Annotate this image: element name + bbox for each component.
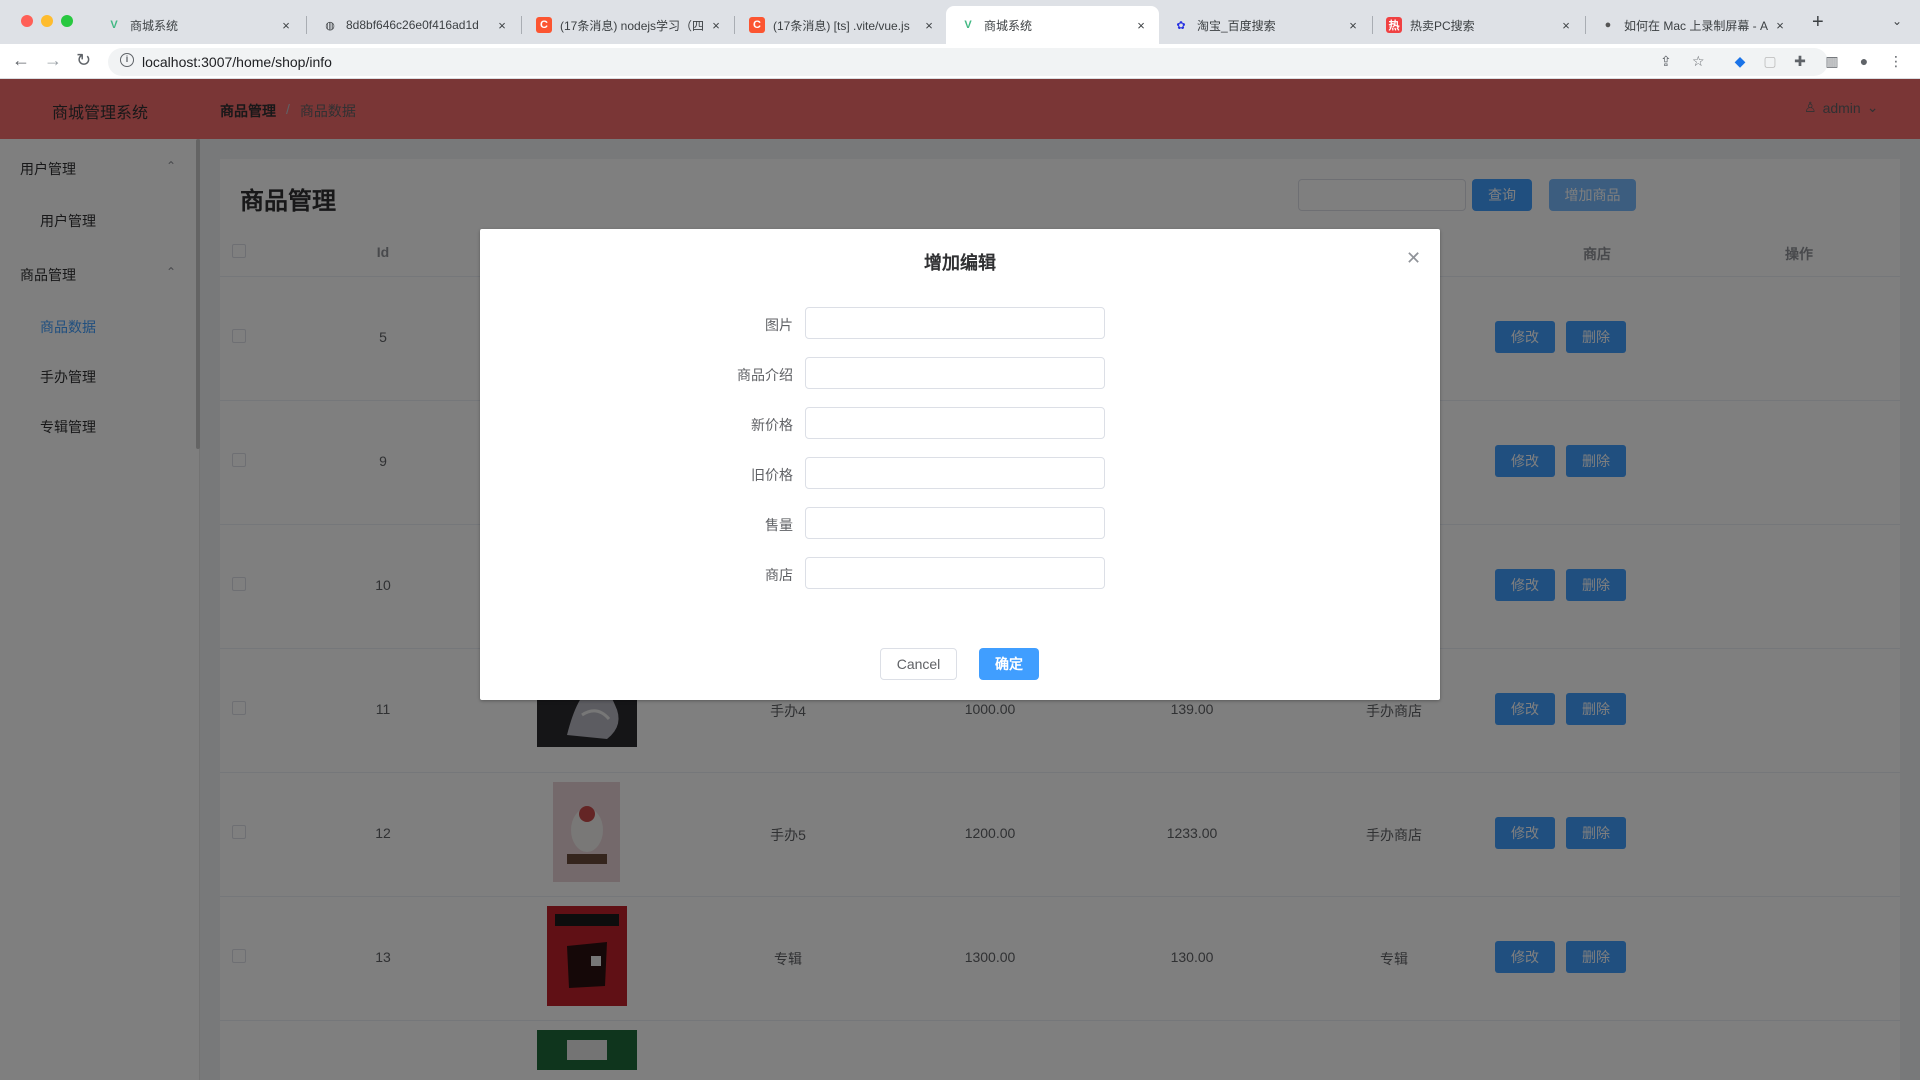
tab-title: (17条消息) [ts] .vite/vue.js [773, 18, 910, 33]
vue-logo-icon: V [110, 19, 118, 31]
store-input[interactable] [805, 557, 1105, 589]
tab-close-icon[interactable]: × [921, 18, 937, 33]
browser-tab[interactable]: ● 如何在 Mac 上录制屏幕 - A × [1586, 6, 1798, 44]
reload-icon[interactable]: ↻ [76, 50, 91, 70]
apple-icon: ● [1604, 19, 1612, 31]
sales-input[interactable] [805, 507, 1105, 539]
description-input[interactable] [805, 357, 1105, 389]
new-price-input[interactable] [805, 407, 1105, 439]
tab-title: 商城系统 [130, 18, 179, 33]
tab-close-icon[interactable]: × [278, 18, 294, 33]
tab-title: 如何在 Mac 上录制屏幕 - A [1624, 18, 1769, 33]
address-url[interactable]: localhost:3007/home/shop/info [142, 54, 332, 70]
field-label-old-price: 旧价格 [751, 467, 793, 483]
tab-title: 8d8bf646c26e0f416ad1d [346, 18, 479, 32]
tab-close-icon[interactable]: × [708, 18, 724, 33]
globe-icon: ◍ [325, 19, 335, 32]
close-icon[interactable]: ✕ [1406, 249, 1421, 267]
browser-tab[interactable]: C (17条消息) nodejs学习（四 × [522, 6, 734, 44]
window-close-button[interactable] [21, 15, 33, 27]
browser-tab[interactable]: C (17条消息) [ts] .vite/vue.js × [735, 6, 947, 44]
extensions-puzzle-icon[interactable]: ✚ [1792, 53, 1808, 69]
csdn-icon: C [536, 17, 552, 33]
field-label-new-price: 新价格 [751, 417, 793, 433]
field-label-sales: 售量 [765, 517, 793, 533]
cancel-button[interactable]: Cancel [880, 648, 957, 680]
tab-title: (17条消息) nodejs学习（四 [560, 18, 705, 33]
browser-tab[interactable]: ✿ 淘宝_百度搜索 × [1159, 6, 1371, 44]
confirm-button[interactable]: 确定 [979, 648, 1039, 680]
tab-title: 热卖PC搜索 [1410, 18, 1475, 33]
tab-close-icon[interactable]: × [1345, 18, 1361, 33]
field-label-store: 商店 [765, 567, 793, 583]
tab-search-chevron-icon[interactable]: ⌄ [1892, 14, 1902, 28]
tab-close-icon[interactable]: × [1558, 18, 1574, 33]
vue-logo-icon: V [964, 19, 972, 31]
browser-menu-icon[interactable]: ⋮ [1888, 53, 1904, 69]
baidu-paw-icon: ✿ [1176, 19, 1186, 32]
browser-tab-bar: V 商城系统 × ◍ 8d8bf646c26e0f416ad1d × C (17… [0, 0, 1920, 44]
forward-arrow-icon[interactable]: → [44, 50, 62, 70]
browser-tab[interactable]: V 商城系统 × [92, 6, 304, 44]
browser-tab[interactable]: 热 热卖PC搜索 × [1372, 6, 1584, 44]
site-info-icon[interactable]: i [120, 53, 134, 67]
tab-title: 商城系统 [984, 18, 1033, 33]
bookmark-star-icon[interactable]: ☆ [1692, 53, 1705, 70]
window-minimize-button[interactable] [41, 15, 53, 27]
field-label-description: 商品介绍 [737, 367, 793, 383]
old-price-input[interactable] [805, 457, 1105, 489]
hot-sale-icon: 热 [1386, 17, 1402, 33]
address-bar[interactable]: i localhost:3007/home/shop/info ⇪ ☆ [108, 48, 1828, 76]
edit-dialog: 增加编辑 ✕ 图片 商品介绍 新价格 旧价格 售量 商店 Cancel 确定 [480, 229, 1440, 700]
extension-icon[interactable]: ▢ [1762, 53, 1778, 69]
side-panel-icon[interactable]: ▥ [1824, 53, 1840, 69]
share-icon[interactable]: ⇪ [1660, 53, 1672, 70]
browser-tab[interactable]: ◍ 8d8bf646c26e0f416ad1d × [308, 6, 520, 44]
new-tab-button[interactable]: + [1812, 12, 1824, 32]
tab-close-icon[interactable]: × [494, 18, 510, 33]
field-label-image: 图片 [765, 317, 793, 333]
window-zoom-button[interactable] [61, 15, 73, 27]
tab-close-icon[interactable]: × [1133, 18, 1149, 33]
browser-tab-active[interactable]: V 商城系统 × [946, 6, 1159, 44]
tab-close-icon[interactable]: × [1772, 18, 1788, 33]
back-arrow-icon[interactable]: ← [12, 50, 30, 70]
profile-avatar-icon[interactable]: ● [1856, 53, 1872, 69]
csdn-icon: C [749, 17, 765, 33]
browser-toolbar: ← → ↻ i localhost:3007/home/shop/info ⇪ … [0, 44, 1920, 79]
extension-icon[interactable]: ◆ [1732, 53, 1748, 69]
tab-title: 淘宝_百度搜索 [1197, 18, 1276, 33]
dialog-title: 增加编辑 [924, 253, 996, 273]
image-input[interactable] [805, 307, 1105, 339]
